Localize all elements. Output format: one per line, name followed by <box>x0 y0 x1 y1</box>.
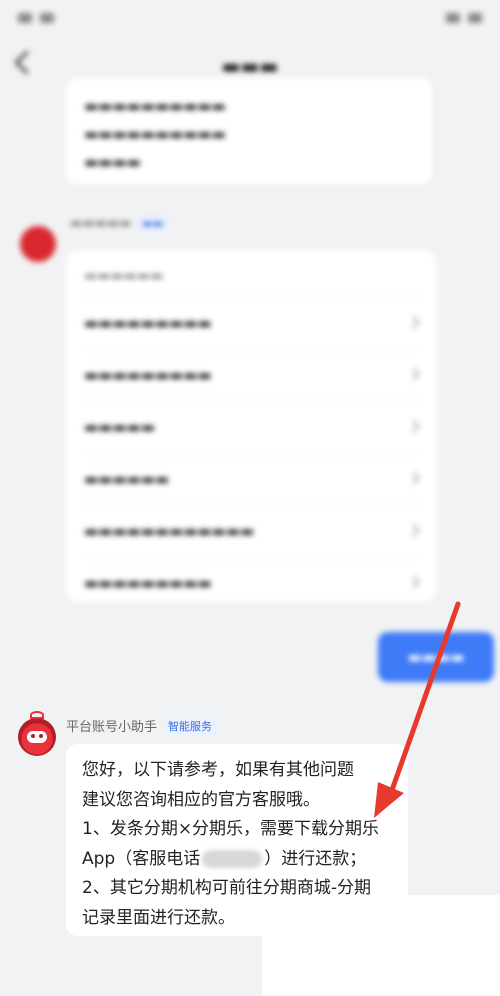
arrow-head <box>374 782 404 818</box>
annotation-arrow <box>374 601 461 818</box>
arrow-shaft <box>389 601 461 793</box>
